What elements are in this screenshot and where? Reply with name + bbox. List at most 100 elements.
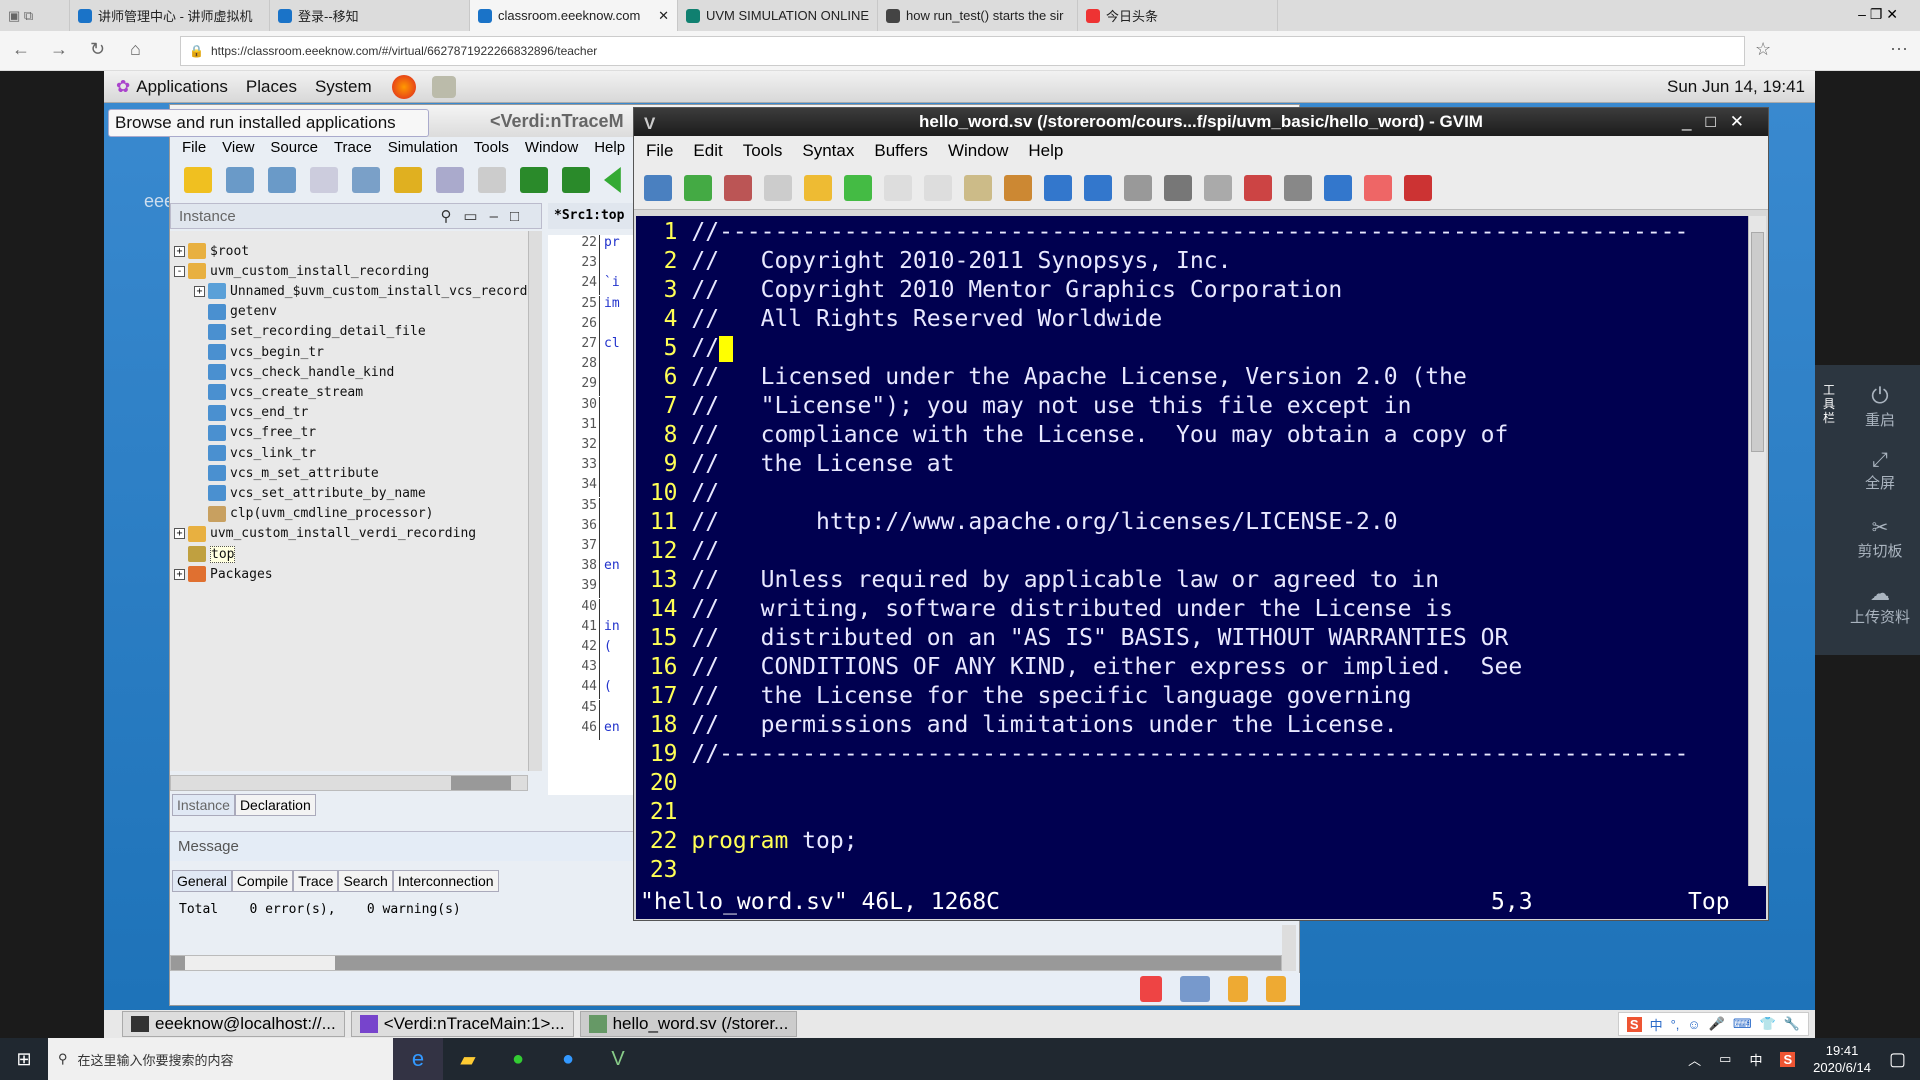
tray-ime[interactable]: 中 bbox=[1749, 1050, 1762, 1069]
keyboard-icon[interactable]: ⌨ bbox=[1733, 1016, 1752, 1032]
tree-item[interactable]: set_recording_detail_file bbox=[194, 322, 426, 342]
skin-icon[interactable]: 👕 bbox=[1760, 1016, 1776, 1032]
taskbar-terminal[interactable]: eeeknow@localhost://... bbox=[122, 1011, 345, 1037]
menu-places[interactable]: Places bbox=[246, 77, 297, 97]
tree-item[interactable]: + Packages bbox=[174, 564, 273, 584]
tab-list-icon[interactable]: ▣ ⧉ bbox=[0, 0, 70, 31]
trace-driver-icon[interactable] bbox=[562, 167, 590, 193]
upload-button[interactable]: ☁ 上传资料 bbox=[1845, 581, 1915, 627]
tree-vertical-scrollbar[interactable] bbox=[528, 231, 542, 771]
edge-icon[interactable]: e bbox=[393, 1038, 443, 1080]
paste-icon[interactable] bbox=[964, 174, 992, 201]
run-script-icon[interactable] bbox=[1204, 174, 1232, 201]
schematic-icon[interactable] bbox=[268, 167, 296, 193]
menu-applications[interactable]: Applications bbox=[136, 77, 228, 97]
fullscreen-button[interactable]: ⤢ 全屏 bbox=[1845, 449, 1915, 493]
tab-declaration[interactable]: Declaration bbox=[234, 794, 316, 816]
expander-icon[interactable]: - bbox=[174, 265, 185, 277]
make-icon[interactable] bbox=[1244, 174, 1272, 201]
favorite-star-icon[interactable]: ☆ bbox=[1755, 39, 1771, 60]
back-arrow-icon[interactable] bbox=[604, 167, 621, 193]
tree-item[interactable]: - uvm_custom_install_recording bbox=[174, 261, 429, 281]
source-tab[interactable]: *Src1:top bbox=[548, 203, 638, 229]
cut-icon[interactable] bbox=[884, 174, 912, 201]
back-icon[interactable] bbox=[1084, 174, 1112, 201]
waveform-icon[interactable] bbox=[226, 167, 254, 193]
message-tab-search[interactable]: Search bbox=[338, 870, 393, 892]
message-tab-trace[interactable]: Trace bbox=[293, 870, 339, 892]
tree-item[interactable]: + uvm_custom_install_verdi_recording bbox=[174, 524, 476, 544]
expander-icon[interactable]: + bbox=[174, 568, 185, 580]
tray-sogou-icon[interactable]: S bbox=[1780, 1051, 1796, 1067]
message-vertical-scrollbar[interactable] bbox=[1282, 925, 1296, 971]
redo-icon[interactable] bbox=[844, 174, 872, 201]
network-icon[interactable] bbox=[431, 75, 456, 98]
vim-taskbar-icon[interactable]: V bbox=[593, 1048, 643, 1071]
expander-icon[interactable]: + bbox=[194, 285, 205, 297]
gvim-menu-tools[interactable]: Tools bbox=[743, 141, 783, 161]
tree-item[interactable]: + $root bbox=[174, 241, 249, 261]
tree-item[interactable]: vcs_m_set_attribute bbox=[194, 463, 379, 483]
tree-item[interactable]: vcs_set_attribute_by_name bbox=[194, 483, 426, 503]
gvim-menu-window[interactable]: Window bbox=[948, 141, 1008, 161]
message-tab-general[interactable]: General bbox=[172, 870, 232, 892]
taskbar-search-box[interactable]: ⚲ 在这里输入你要搜索的内容 bbox=[48, 1038, 393, 1080]
forward-icon[interactable] bbox=[1044, 174, 1072, 201]
tray-clock[interactable]: 19:41 2020/6/14 bbox=[1813, 1042, 1871, 1076]
pane-controls-icon[interactable]: ⚲▭–□ bbox=[440, 207, 531, 225]
firefox-icon[interactable] bbox=[391, 74, 416, 99]
down-arrow-icon[interactable] bbox=[1228, 976, 1248, 1002]
tree-item[interactable]: vcs_link_tr bbox=[194, 443, 316, 463]
tree-horizontal-scrollbar[interactable] bbox=[170, 775, 528, 791]
vim-scrollbar[interactable] bbox=[1748, 216, 1766, 886]
load-session-icon[interactable] bbox=[1124, 174, 1152, 201]
menu-system[interactable]: System bbox=[315, 77, 372, 97]
jump-icon[interactable] bbox=[1324, 174, 1352, 201]
app-blue-icon[interactable]: ● bbox=[543, 1048, 593, 1071]
verdi-menu-window[interactable]: Window bbox=[525, 139, 578, 156]
battery-icon[interactable]: ▭ bbox=[1719, 1051, 1731, 1067]
help-icon[interactable] bbox=[1364, 174, 1392, 201]
refresh-icon[interactable]: ↻ bbox=[90, 39, 105, 60]
restart-button[interactable]: ⏻ 重启 bbox=[1845, 383, 1915, 430]
gvim-menu-file[interactable]: File bbox=[646, 141, 673, 161]
expander-icon[interactable]: + bbox=[174, 245, 185, 257]
folder-icon[interactable] bbox=[394, 167, 422, 193]
save-session-icon[interactable] bbox=[1164, 174, 1192, 201]
down-arrow-2-icon[interactable] bbox=[1266, 976, 1286, 1002]
expander-icon[interactable]: + bbox=[174, 528, 185, 540]
gvim-menu-help[interactable]: Help bbox=[1028, 141, 1063, 161]
app-green-icon[interactable]: ● bbox=[493, 1048, 543, 1071]
forward-icon[interactable]: → bbox=[50, 39, 68, 60]
copy-icon[interactable] bbox=[924, 174, 952, 201]
print-icon[interactable] bbox=[764, 174, 792, 201]
browser-tab[interactable]: 登录--移知 bbox=[270, 0, 470, 31]
up-arrow-icon[interactable] bbox=[1140, 976, 1162, 1002]
home-icon[interactable]: ⌂ bbox=[130, 39, 141, 60]
clipboard-button[interactable]: ✂ 剪切板 bbox=[1845, 515, 1915, 561]
message-horizontal-scrollbar[interactable] bbox=[170, 955, 1282, 971]
find-replace-icon[interactable] bbox=[1004, 174, 1032, 201]
verdi-menu-simulation[interactable]: Simulation bbox=[388, 139, 458, 156]
browser-tab[interactable]: 今日头条 bbox=[1078, 0, 1278, 31]
message-tab-compile[interactable]: Compile bbox=[231, 870, 294, 892]
panel-clock[interactable]: Sun Jun 14, 19:41 bbox=[1667, 77, 1805, 97]
window-icon[interactable] bbox=[352, 167, 380, 193]
open-folder-icon[interactable] bbox=[184, 167, 212, 193]
emoji-icon[interactable]: ☺ bbox=[1687, 1017, 1700, 1032]
tree-item[interactable]: top bbox=[174, 544, 236, 564]
tree-item[interactable]: + Unnamed_$uvm_custom_install_vcs_recorde bbox=[194, 281, 528, 301]
tree-item[interactable]: vcs_free_tr bbox=[194, 423, 316, 443]
find-help-icon[interactable] bbox=[1404, 174, 1432, 201]
browser-window-controls[interactable]: – ❐ ✕ bbox=[1836, 0, 1920, 31]
browser-tab[interactable]: classroom.eeeknow.com ✕ bbox=[470, 0, 678, 31]
view-dropdown-icon[interactable] bbox=[1180, 976, 1210, 1002]
tree-item[interactable]: vcs_begin_tr bbox=[194, 342, 324, 362]
windows-start-icon[interactable]: ⊞ bbox=[0, 1049, 48, 1070]
browser-tab[interactable]: 讲师管理中心 - 讲师虚拟机 bbox=[70, 0, 270, 31]
tree-item[interactable]: vcs_check_handle_kind bbox=[194, 362, 394, 382]
trace-load-icon[interactable] bbox=[520, 167, 548, 193]
file-explorer-icon[interactable]: ▰ bbox=[443, 1047, 493, 1072]
sogou-icon[interactable]: S bbox=[1626, 1016, 1642, 1032]
more-icon[interactable]: ⋯ bbox=[1890, 39, 1908, 60]
